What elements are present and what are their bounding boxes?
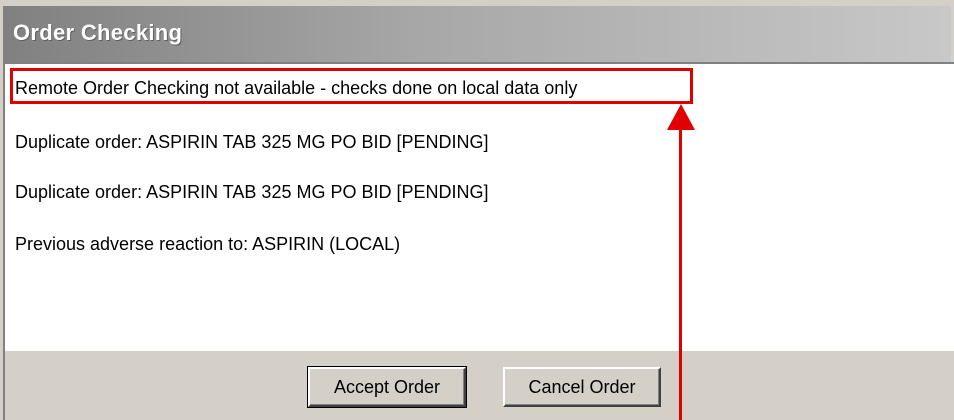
dialog-title: Order Checking [13,20,183,45]
annotation-highlight-box [10,68,693,104]
cancel-order-button[interactable]: Cancel Order [503,367,661,407]
annotation-arrow-shaft [679,122,682,420]
order-check-message-list: Remote Order Checking not available - ch… [3,62,954,351]
order-checking-dialog: Order Checking Remote Order Checking not… [0,0,954,420]
accept-order-button[interactable]: Accept Order [307,366,467,408]
message-adverse-reaction: Previous adverse reaction to: ASPIRIN (L… [15,234,401,254]
dialog-button-bar: Accept Order Cancel Order [3,351,954,420]
message-duplicate-order-2: Duplicate order: ASPIRIN TAB 325 MG PO B… [15,182,489,202]
title-bar[interactable]: Order Checking [3,6,951,62]
message-duplicate-order-1: Duplicate order: ASPIRIN TAB 325 MG PO B… [15,132,489,152]
